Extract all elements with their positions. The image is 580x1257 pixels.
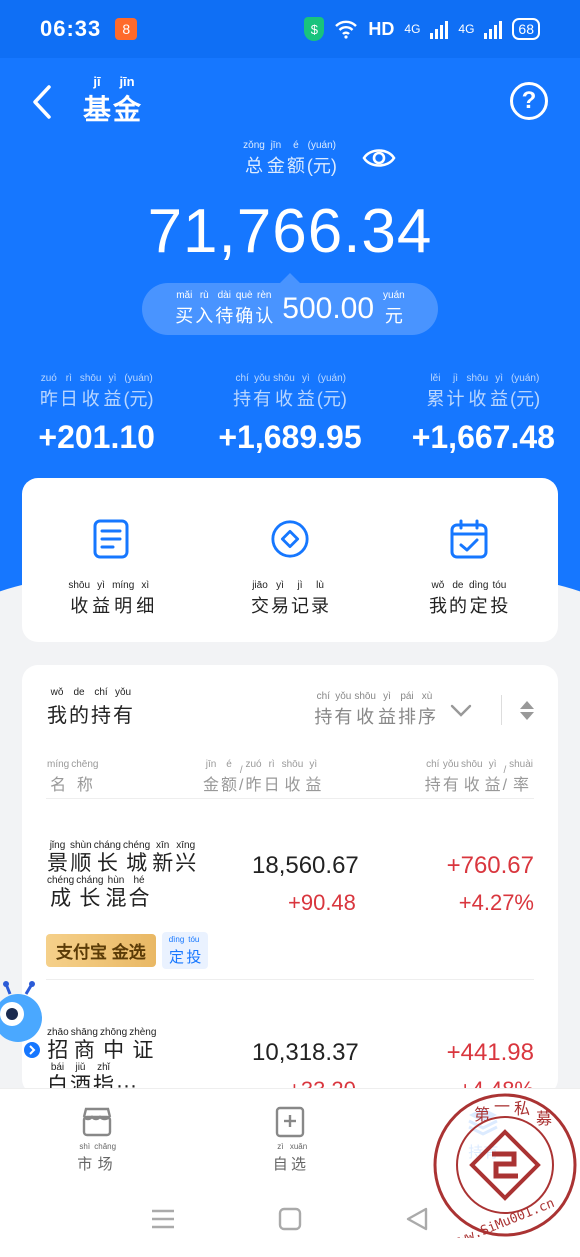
tab-market[interactable]: shì 市 chǎng 场	[0, 1089, 193, 1180]
table-row[interactable]: zhāo 招 shāng 商 zhōng 中 zhèng 证 bái 白 jiǔ 酒 zhǐ 指 ··· …	[46, 1027, 534, 1095]
fund-profit-rate: +4.27%	[458, 890, 534, 915]
sort-order-icon[interactable]	[520, 700, 534, 720]
watermark-text-cn-3: 募	[536, 1109, 552, 1128]
network-4g-label-1: 4G	[404, 22, 421, 36]
total-amount-label: zǒng 总 jīn 金 é 额 (yuán) (元)	[243, 140, 337, 176]
fund-hold-profit: +441.98	[446, 1039, 534, 1066]
signal-icon-1	[430, 19, 449, 39]
mascot-assistant-icon[interactable]	[0, 980, 44, 1060]
quick-action-my-auto-invest[interactable]: wǒ 我 de 的 dìng 定 tóu 投	[379, 478, 558, 642]
fund-amount: 10,318.37	[252, 1039, 359, 1066]
fund-amount: 18,560.67	[252, 852, 359, 879]
quick-actions-card: shōu 收 yì 益 míng 明 xì 细 jiāo 交 yì 易 jì 记 lù 录 wǒ 我 de 的 dì…	[22, 478, 558, 642]
alipay-select-badge: 支付宝 金选	[46, 934, 156, 967]
fund-yesterday-profit: +90.48	[288, 890, 356, 915]
fund-tags: 支付宝 金选 dìng 定 tóu 投	[46, 932, 209, 969]
nav-bar: jī 基 jīn 金 ?	[0, 58, 580, 148]
auto-invest-badge: dìng 定 tóu 投	[161, 932, 209, 969]
eye-icon[interactable]	[362, 145, 396, 171]
sort-selector[interactable]: chí 持 yǒu 有 shōu 收 yì 益 pái 排 xù 序	[313, 691, 534, 729]
holdings-title: wǒ 我 de 的 chí 持 yǒu 有	[47, 687, 133, 727]
status-time: 06:33	[40, 16, 102, 41]
network-4g-label-2: 4G	[458, 22, 475, 36]
add-watchlist-icon	[275, 1106, 305, 1138]
help-button[interactable]: ?	[510, 82, 548, 120]
watermark-text-cn-0: 第	[474, 1105, 490, 1124]
holdings-card: wǒ 我 de 的 chí 持 yǒu 有 chí 持 yǒu 有 shōu 收 yì 益 pái 排 xù 序 m…	[22, 665, 558, 1095]
tab-watchlist[interactable]: zì 自 xuǎn 选	[193, 1089, 386, 1180]
col-name-header: míng 名 chēng 称	[47, 759, 99, 794]
fund-name: jǐng 景 shùn 顺 cháng 长 chéng 城 xīn 新 xīng 兴 chéng 成 ch…	[47, 840, 197, 911]
cumulative-profit-value: +1,667.48	[411, 419, 555, 455]
table-header: míng 名 chēng 称 jīn 金 é 额 / / zuó 昨 rì 日 shōu 收 yì 益 chí 持…	[46, 759, 534, 799]
quick-action-profit-detail[interactable]: shōu 收 yì 益 míng 明 xì 细	[22, 478, 201, 642]
app-notification-icon: 8	[115, 18, 138, 40]
quick-action-transaction-records[interactable]: jiāo 交 yì 易 jì 记 lù 录	[201, 478, 380, 642]
stat-yesterday-profit[interactable]: zuó 昨 rì 日 shōu 收 yì 益 (yuán) (元) +201.10	[0, 373, 193, 456]
status-bar: 06:33 8 $ HD 4G 4G 68	[0, 0, 580, 58]
table-row[interactable]: jǐng 景 shùn 顺 cháng 长 chéng 城 xīn 新 xīng 兴 chéng 成 ch…	[46, 840, 534, 980]
calendar-check-icon	[450, 519, 488, 559]
battery-icon: 68	[512, 18, 540, 40]
signal-icon-2	[484, 19, 503, 39]
pending-unit: yuán 元	[383, 290, 405, 326]
total-amount-value: 71,766.34	[147, 197, 433, 266]
security-shield-icon: $	[304, 17, 325, 41]
holding-profit-value: +1,689.95	[218, 419, 362, 455]
menu-icon[interactable]	[148, 1204, 178, 1234]
profit-stats: zuó 昨 rì 日 shōu 收 yì 益 (yuán) (元) +201.10 chí 持 yǒu…	[0, 373, 580, 456]
stat-cumulative-profit[interactable]: lěi 累 jì 计 shōu 收 yì 益 (yuán) (元) +1,667.48	[387, 373, 580, 456]
page-title: jī 基 jīn 金	[83, 74, 142, 125]
home-icon[interactable]	[275, 1204, 305, 1234]
back-triangle-icon[interactable]	[402, 1204, 432, 1234]
pending-confirm-pill[interactable]: mǎi 买 rù 入 dài 待 què 确 rèn 认 500.00 yuán 元	[142, 273, 438, 335]
col-hold-profit-header: chí 持 yǒu 有 shōu 收 yì 益 / / shuài 率	[424, 759, 533, 794]
watermark-seal-logo: 第 一 私 募 www.SiMu001.cn	[433, 1093, 577, 1238]
pending-label: mǎi 买 rù 入 dài 待 què 确 rèn 认	[175, 290, 274, 326]
wifi-icon	[335, 20, 358, 39]
sort-label: chí 持 yǒu 有 shōu 收 yì 益 pái 排 xù 序	[314, 691, 436, 727]
stat-holding-profit[interactable]: chí 持 yǒu 有 shōu 收 yì 益 (yuán) (元) +1,689.95	[193, 373, 386, 456]
col-amount-header: jīn 金 é 额 / / zuó 昨 rì 日 shōu 收 yì 益	[203, 759, 322, 794]
fund-name: zhāo 招 shāng 商 zhōng 中 zhèng 证 bái 白 jiǔ 酒 zhǐ 指 ···	[47, 1027, 157, 1095]
watermark-text-cn-1: 一	[494, 1097, 510, 1116]
question-icon: ?	[521, 87, 537, 114]
fund-hold-profit: +760.67	[446, 852, 534, 879]
watermark-text-cn-2: 私	[514, 1099, 530, 1118]
divider	[501, 695, 502, 725]
chevron-down-icon	[450, 704, 472, 717]
diamond-circle-icon	[271, 520, 309, 558]
document-icon	[93, 519, 129, 559]
chevron-left-icon	[33, 85, 51, 119]
pending-amount: 500.00	[282, 292, 375, 325]
market-icon	[82, 1107, 111, 1137]
back-button[interactable]	[24, 80, 60, 124]
yesterday-profit-value: +201.10	[38, 419, 155, 455]
network-hd-label: HD	[368, 18, 395, 39]
